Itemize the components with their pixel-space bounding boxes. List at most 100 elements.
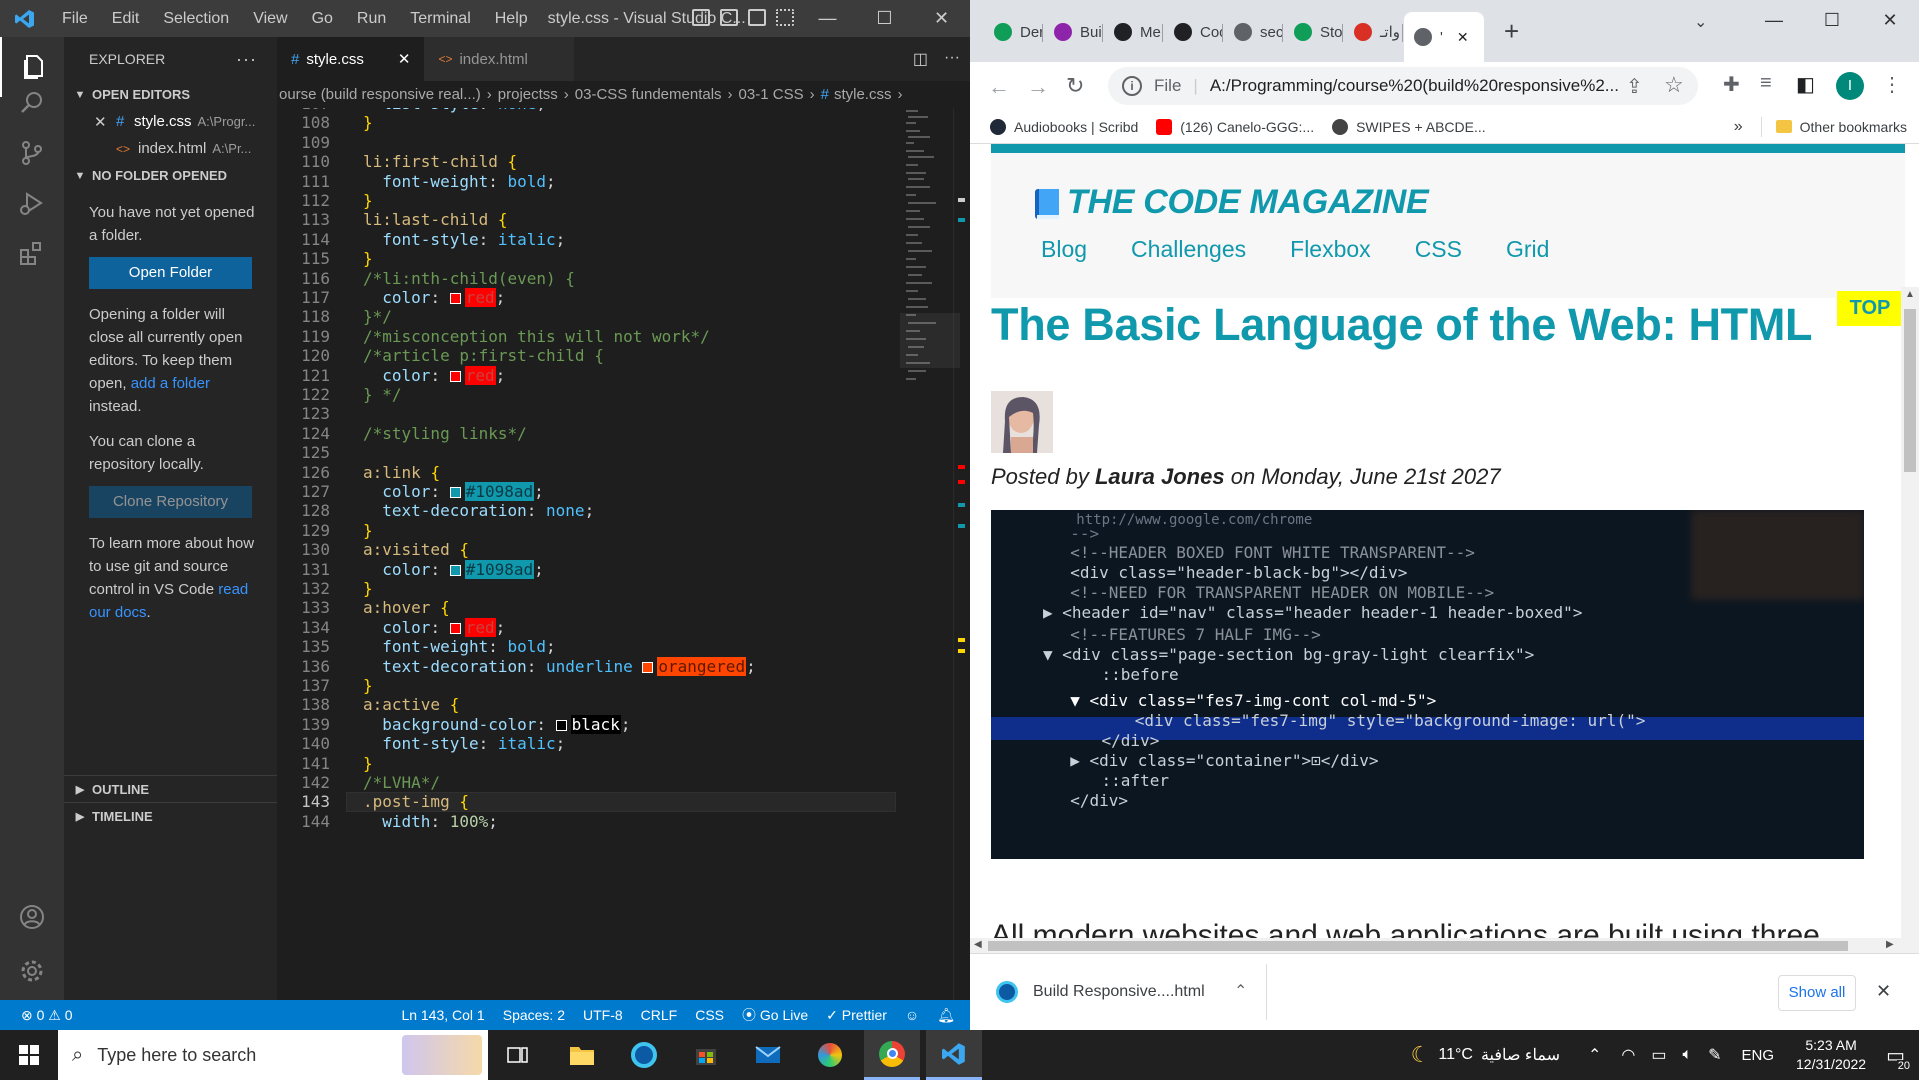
profile-avatar[interactable]: I [1836,72,1864,100]
go-live-button[interactable]: ⦿ Go Live [733,1005,817,1025]
download-filename[interactable]: Build Responsive....html [1033,983,1205,1001]
breadcrumb-item[interactable]: 03-CSS fundementals [575,86,722,103]
timeline-header[interactable]: ▶ TIMELINE [64,802,277,829]
chrome-tab[interactable]: Der [984,14,1042,50]
outline-header[interactable]: ▶ OUTLINE [64,775,277,802]
code-line[interactable]: list-style: none; [363,108,546,113]
toggle-secondary-sidebar-icon[interactable] [748,9,766,26]
code-editor[interactable]: 107 list-style: none; 108} 109110 li:first-… [277,108,970,1000]
breadcrumb-item[interactable]: style.css [834,86,892,103]
code-line[interactable]: } [363,676,373,695]
code-line[interactable]: a:hover { [363,598,450,617]
menu-item-file[interactable]: File [50,0,100,37]
close-icon[interactable]: ✕ [1861,0,1919,40]
wifi-icon[interactable]: ◠ [1621,1045,1635,1065]
menu-item-view[interactable]: View [241,0,299,37]
code-line[interactable]: } [363,113,373,132]
code-line[interactable]: .post-img { [363,792,469,811]
extensions-puzzle-icon[interactable]: ✚ [1723,72,1740,97]
code-line[interactable]: a:visited { [363,540,469,559]
code-line[interactable]: /*LVHA*/ [363,773,440,792]
open-editor-item[interactable]: ✕ # style.css A:\Progr... [64,108,277,135]
other-bookmarks[interactable]: Other bookmarks [1775,119,1907,135]
code-line[interactable]: /*li:nth-child(even) { [363,269,575,288]
scroll-right-icon[interactable]: ▶ [1886,939,1894,950]
menu-item-run[interactable]: Run [345,0,398,37]
extensions-icon[interactable] [0,223,64,283]
nav-link-css[interactable]: CSS [1415,236,1462,263]
notifications-icon[interactable]: ▭ 20 [1886,1043,1911,1072]
share-icon[interactable]: ⇪ [1626,74,1643,99]
nav-link-flexbox[interactable]: Flexbox [1290,236,1371,263]
code-line[interactable]: a:active { [363,695,459,714]
code-line[interactable]: text-decoration: underline orangered; [363,656,756,676]
clock[interactable]: 5:23 AM 12/31/2022 [1796,1036,1866,1074]
mail-icon[interactable] [740,1030,796,1080]
back-arrow-icon[interactable]: ← [988,74,1010,100]
end-of-line[interactable]: CRLF [632,1007,687,1023]
code-line[interactable]: font-weight: bold; [363,637,555,656]
toggle-panel-icon[interactable] [720,9,738,26]
open-folder-button[interactable]: Open Folder [89,257,252,289]
code-line[interactable]: background-color: black; [363,714,630,734]
maximize-icon[interactable]: ☐ [1803,0,1861,40]
customize-layout-icon[interactable] [776,9,794,26]
tab-style-css[interactable]: # style.css ✕ [277,37,425,81]
more-bookmarks-icon[interactable]: » [1734,118,1743,136]
accounts-icon[interactable] [0,887,64,947]
menu-item-edit[interactable]: Edit [100,0,152,37]
chrome-tab[interactable]: sect [1224,14,1282,50]
code-line[interactable]: color: #1098ad; [363,559,544,579]
minimize-icon[interactable]: — [799,0,856,37]
open-editor-item[interactable]: <> index.html A:\Pr... [64,135,277,162]
chrome-browser-icon[interactable] [864,1030,920,1080]
code-line[interactable]: /*styling links*/ [363,424,527,443]
prettier-status[interactable]: ✓ Prettier [817,1007,896,1024]
code-line[interactable]: } [363,249,373,268]
code-line[interactable]: color: #1098ad; [363,482,544,501]
code-line[interactable]: }*/ [363,307,392,326]
code-line[interactable]: font-style: italic; [363,230,565,249]
task-view-icon[interactable] [490,1030,546,1080]
open-editors-header[interactable]: ▼ OPEN EDITORS [64,81,277,108]
breadcrumb-item[interactable]: 03-1 CSS [739,86,804,103]
pen-icon[interactable]: ✎ [1708,1045,1721,1065]
top-link[interactable]: TOP [1837,291,1903,326]
chevron-up-icon[interactable]: ⌃ [1234,981,1247,1001]
more-actions-icon[interactable]: ··· [236,49,257,70]
scroll-left-icon[interactable]: ◀ [974,939,982,950]
indentation[interactable]: Spaces: 2 [494,1007,574,1023]
encoding[interactable]: UTF-8 [574,1007,632,1023]
menu-item-terminal[interactable]: Terminal [398,0,482,37]
bookmark-star-icon[interactable]: ☆ [1664,72,1684,98]
side-panel-icon[interactable]: ◧ [1796,72,1815,97]
menu-item-selection[interactable]: Selection [151,0,241,37]
bookmark-item[interactable]: Audiobooks | Scribd [990,118,1138,135]
chrome-tab[interactable]: Me [1104,14,1162,50]
code-line[interactable]: li:first-child { [363,152,517,171]
code-line[interactable]: } */ [363,385,402,404]
close-icon[interactable]: ✕ [1876,981,1891,1002]
manage-gear-icon[interactable] [0,941,64,1001]
more-actions-icon[interactable]: ··· [944,49,960,69]
code-line[interactable]: a:link { [363,463,440,482]
code-line[interactable]: } [363,521,373,540]
code-line[interactable]: } [363,754,373,773]
problems-indicator[interactable]: ⊗ 0 ⚠ 0 [12,1007,82,1024]
bookmark-item[interactable]: SWIPES + ABCDE... [1332,118,1486,135]
code-line[interactable]: text-decoration: none; [363,501,594,520]
volume-icon[interactable]: 🔈︎ [1682,1046,1692,1064]
edge-browser-icon[interactable] [616,1030,672,1080]
close-tab-icon[interactable]: ✕ [398,50,411,68]
chrome-tab[interactable]: واتـ [1344,14,1402,50]
chrome-tab[interactable]: Coc [1164,14,1222,50]
code-line[interactable]: color: red; [363,617,505,637]
nav-link-grid[interactable]: Grid [1506,236,1549,263]
address-bar[interactable]: i File | A:/Programming/course%20(build%… [1108,67,1698,105]
no-folder-header[interactable]: ▼ NO FOLDER OPENED [64,162,277,189]
scroll-thumb[interactable] [1904,309,1916,472]
weather-temperature[interactable]: 11°C [1438,1046,1473,1064]
close-tab-icon[interactable]: ✕ [1457,29,1469,46]
add-folder-link[interactable]: add a folder [131,375,210,392]
notifications-bell-icon[interactable]: 🔔︎ [928,1007,964,1024]
